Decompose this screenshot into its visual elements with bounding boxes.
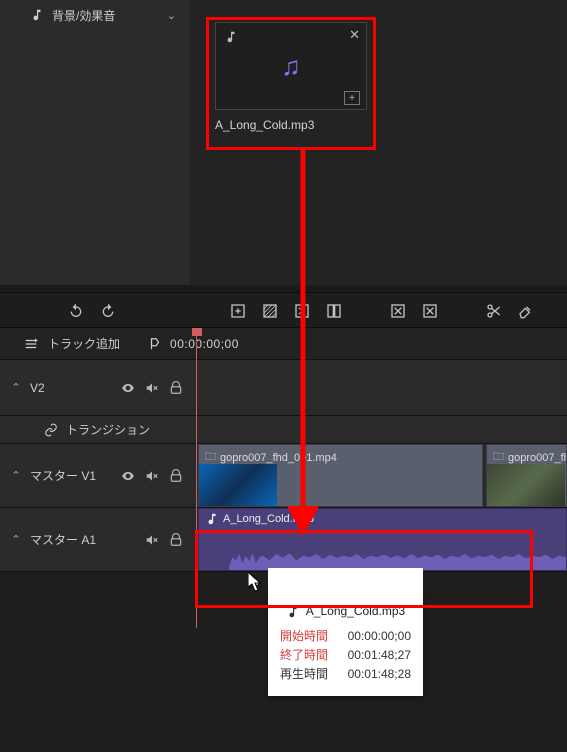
tooltip-duration-value: 00:01:48;28 — [348, 665, 411, 684]
add-clip-button[interactable]: + — [344, 91, 360, 105]
tooltip-end-label: 終了時間 — [280, 646, 336, 665]
track-master-v1[interactable]: ⌃ マスター V1 🗀 gopro007_fhd_001.mp4 — [0, 444, 567, 508]
video-clip-b[interactable]: 🗀 gopro007_fhd — [486, 444, 567, 507]
track-label: マスター V1 — [30, 467, 96, 484]
link-icon — [44, 422, 58, 437]
media-thumbnail[interactable]: ✕ ♫ + A_Long_Cold.mp3 — [215, 22, 367, 142]
waveform — [229, 538, 566, 570]
clip-label: gopro007_fhd_001.mp4 — [220, 452, 337, 464]
playhead[interactable] — [196, 328, 197, 628]
track-v2[interactable]: ⌃ V2 — [0, 360, 567, 416]
clip-thumb — [487, 464, 565, 506]
media-category-label: 背景/効果音 — [52, 7, 115, 24]
close-icon[interactable]: ✕ — [349, 27, 360, 43]
tool-delete-a[interactable] — [382, 301, 414, 318]
media-category-bgm[interactable]: 背景/効果音 ⌄ — [0, 0, 190, 30]
visibility-icon[interactable] — [121, 380, 135, 395]
media-thumb-card[interactable]: ✕ ♫ + — [215, 22, 367, 110]
mute-icon[interactable] — [145, 380, 159, 395]
tool-hatch[interactable] — [254, 301, 286, 318]
track-master-a1[interactable]: ⌃ マスター A1 A_Long_Cold.mp3 — [0, 508, 567, 572]
lock-icon[interactable] — [169, 532, 183, 547]
tooltip-start-value: 00:00:00;00 — [348, 627, 411, 646]
track-head-transition: トランジション — [0, 416, 193, 443]
collapse-icon[interactable]: ⌃ — [10, 533, 22, 546]
visibility-icon[interactable] — [121, 468, 135, 483]
mute-icon[interactable] — [145, 468, 159, 483]
tool-split-view[interactable] — [318, 301, 350, 318]
tool-cut[interactable] — [478, 301, 510, 318]
lock-icon[interactable] — [169, 468, 183, 483]
track-content-master-v1[interactable]: 🗀 gopro007_fhd_001.mp4 🗀 gopro007_fhd — [193, 444, 567, 507]
tool-add[interactable] — [222, 301, 254, 318]
cursor-icon — [248, 572, 264, 592]
track-transition[interactable]: トランジション — [0, 416, 567, 444]
track-label: マスター A1 — [30, 531, 96, 548]
tooltip-duration-label: 再生時間 — [280, 665, 336, 684]
music-icon — [30, 8, 44, 23]
tooltip-end-value: 00:01:48;27 — [348, 646, 411, 665]
music-note-icon: ♫ — [281, 51, 301, 82]
track-head-master-a1: ⌃ マスター A1 — [0, 508, 193, 571]
clip-label: gopro007_fhd — [508, 452, 567, 464]
chevron-down-icon[interactable]: ⌄ — [167, 9, 176, 22]
audio-clip[interactable]: A_Long_Cold.mp3 — [198, 508, 567, 571]
tooltip-start-label: 開始時間 — [280, 627, 336, 646]
track-content-master-a1[interactable]: A_Long_Cold.mp3 — [193, 508, 567, 571]
media-thumb-filename: A_Long_Cold.mp3 — [215, 118, 367, 132]
add-track-label[interactable]: トラック追加 — [48, 335, 120, 352]
undo-button[interactable] — [60, 301, 92, 318]
mute-icon[interactable] — [145, 532, 159, 547]
tool-hatch-box[interactable] — [286, 301, 318, 318]
track-label: V2 — [30, 381, 45, 395]
track-label: トランジション — [66, 421, 150, 438]
media-category-sidebar: 背景/効果音 ⌄ — [0, 0, 190, 285]
lock-icon[interactable] — [169, 380, 183, 395]
track-head-master-v1: ⌃ マスター V1 — [0, 444, 193, 507]
collapse-icon[interactable]: ⌃ — [10, 381, 22, 394]
clip-thumb — [199, 464, 277, 506]
clip-tooltip: A_Long_Cold.mp3 開始時間 00:00:00;00 終了時間 00… — [268, 594, 423, 696]
redo-button[interactable] — [92, 301, 124, 318]
timeline-header: トラック追加 00:00:00;00 — [0, 328, 567, 360]
timeline-toolbar — [0, 292, 567, 328]
collapse-icon[interactable]: ⌃ — [10, 469, 22, 482]
video-clip-a[interactable]: 🗀 gopro007_fhd_001.mp4 — [198, 444, 483, 507]
clip-label: A_Long_Cold.mp3 — [223, 513, 314, 525]
track-content-transition[interactable] — [193, 416, 567, 443]
add-track-icon[interactable] — [24, 336, 38, 351]
tool-delete-b[interactable] — [414, 301, 446, 318]
tooltip-title: A_Long_Cold.mp3 — [306, 604, 405, 618]
tool-erase[interactable] — [510, 301, 542, 318]
track-head-v2: ⌃ V2 — [0, 360, 193, 415]
music-icon — [286, 604, 300, 619]
timeline-timecode[interactable]: 00:00:00;00 — [170, 337, 239, 351]
track-content-v2[interactable] — [193, 360, 567, 415]
marker-icon[interactable] — [148, 336, 162, 351]
music-icon — [205, 512, 219, 526]
music-icon — [224, 29, 238, 44]
